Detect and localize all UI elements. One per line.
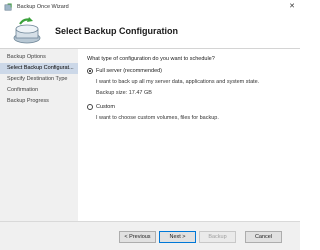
custom-description: I want to choose custom volumes, files f…	[96, 115, 219, 121]
backup-app-icon	[4, 2, 12, 10]
cancel-button[interactable]: Cancel	[245, 231, 282, 243]
window-title: Backup Once Wizard	[17, 4, 69, 10]
next-button[interactable]: Next >	[159, 231, 196, 243]
sidebar-item-backup-options[interactable]: Backup Options	[0, 52, 78, 63]
configuration-question: What type of configuration do you want t…	[87, 56, 215, 62]
backup-wizard-icon	[13, 17, 41, 44]
custom-radio[interactable]	[87, 104, 93, 110]
backup-size-text: Backup size: 17.47 GB	[96, 90, 152, 96]
full-server-label[interactable]: Full server (recommended)	[96, 68, 162, 74]
main-content: What type of configuration do you want t…	[78, 49, 300, 221]
wizard-header: Select Backup Configuration	[0, 14, 300, 48]
wizard-steps-sidebar: Backup Options Select Backup Configurat.…	[0, 49, 78, 221]
sidebar-item-backup-progress[interactable]: Backup Progress	[0, 96, 78, 107]
close-icon[interactable]: ✕	[289, 2, 295, 12]
page-title: Select Backup Configuration	[55, 26, 179, 36]
wizard-footer: < Previous Next > Backup Cancel	[0, 222, 300, 250]
sidebar-item-select-backup-configuration[interactable]: Select Backup Configurat...	[0, 63, 78, 74]
sidebar-item-confirmation[interactable]: Confirmation	[0, 85, 78, 96]
full-server-description: I want to back up all my server data, ap…	[96, 79, 260, 85]
backup-button[interactable]: Backup	[199, 231, 236, 243]
previous-button[interactable]: < Previous	[119, 231, 156, 243]
title-bar: Backup Once Wizard ✕	[0, 0, 300, 14]
sidebar-item-specify-destination-type[interactable]: Specify Destination Type	[0, 74, 78, 85]
custom-label[interactable]: Custom	[96, 104, 115, 110]
wizard-window: Backup Once Wizard ✕ Select Backup Confi…	[0, 0, 300, 250]
full-server-radio[interactable]	[87, 68, 93, 74]
